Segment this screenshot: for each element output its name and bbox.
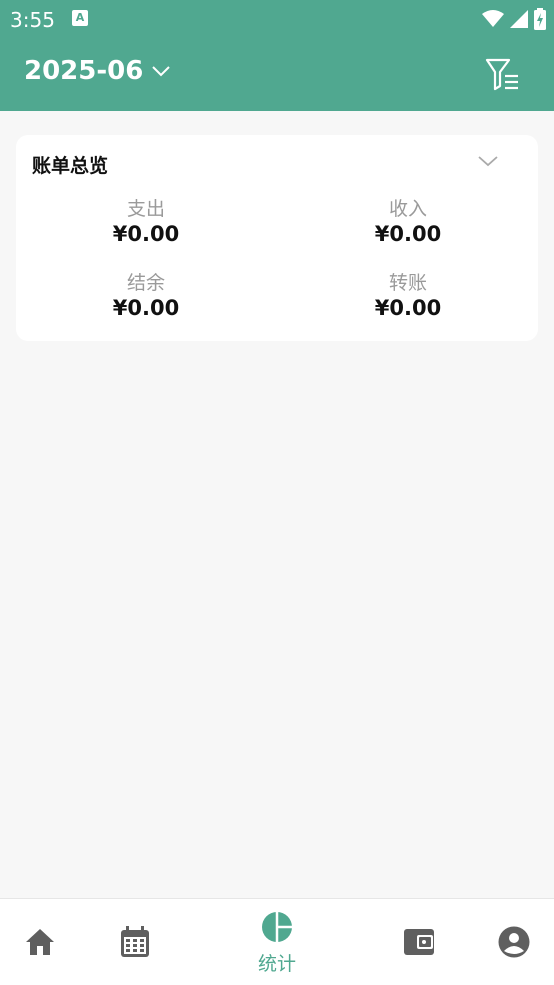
stat-value: ¥0.00	[374, 296, 442, 320]
stat-income: 收入 ¥0.00	[308, 197, 508, 247]
pie-chart-icon	[262, 912, 292, 942]
tab-statistics[interactable]: 统计	[237, 899, 317, 985]
battery-icon	[534, 8, 546, 30]
stat-label: 收入	[388, 198, 427, 220]
tab-profile[interactable]	[474, 899, 554, 985]
calendar-icon	[121, 926, 149, 957]
stat-expense: 支出 ¥0.00	[46, 197, 246, 247]
card-title: 账单总览	[32, 155, 109, 177]
wallet-icon	[404, 929, 434, 955]
stat-value: ¥0.00	[374, 222, 442, 246]
month-picker[interactable]: 2025-06	[24, 56, 171, 86]
status-indicators	[482, 8, 546, 30]
stat-value: ¥0.00	[112, 296, 180, 320]
page-header: 2025-06	[0, 54, 554, 98]
chevron-down-icon	[152, 66, 171, 77]
tab-calendar[interactable]	[95, 899, 175, 985]
tab-label: 统计	[257, 953, 296, 975]
stat-value: ¥0.00	[112, 222, 180, 246]
stat-label: 支出	[126, 198, 165, 220]
home-icon	[26, 929, 54, 955]
notification-icon: A	[72, 10, 88, 26]
stat-label: 转账	[388, 272, 427, 294]
top-app-bar: 3:55 A 2025-06	[0, 0, 554, 111]
bill-overview-card: 账单总览 支出 ¥0.00 收入 ¥0.00 结余 ¥0.00 转账 ¥0.00	[16, 135, 538, 341]
stat-transfer: 转账 ¥0.00	[308, 271, 508, 321]
chevron-down-icon	[478, 156, 498, 167]
tab-home[interactable]	[0, 899, 80, 985]
tab-wallet[interactable]	[379, 899, 459, 985]
filter-icon	[485, 58, 518, 91]
wifi-icon	[482, 10, 504, 27]
cellular-signal-icon	[510, 10, 528, 28]
collapse-toggle[interactable]	[476, 153, 500, 173]
status-time: 3:55	[10, 8, 55, 32]
account-icon	[498, 926, 530, 958]
filter-button[interactable]	[484, 56, 522, 94]
status-bar: 3:55 A	[0, 0, 554, 38]
stat-label: 结余	[126, 272, 165, 294]
bottom-tab-bar: 统计	[0, 898, 554, 985]
selected-month: 2025-06	[24, 56, 144, 86]
stat-balance: 结余 ¥0.00	[46, 271, 246, 321]
